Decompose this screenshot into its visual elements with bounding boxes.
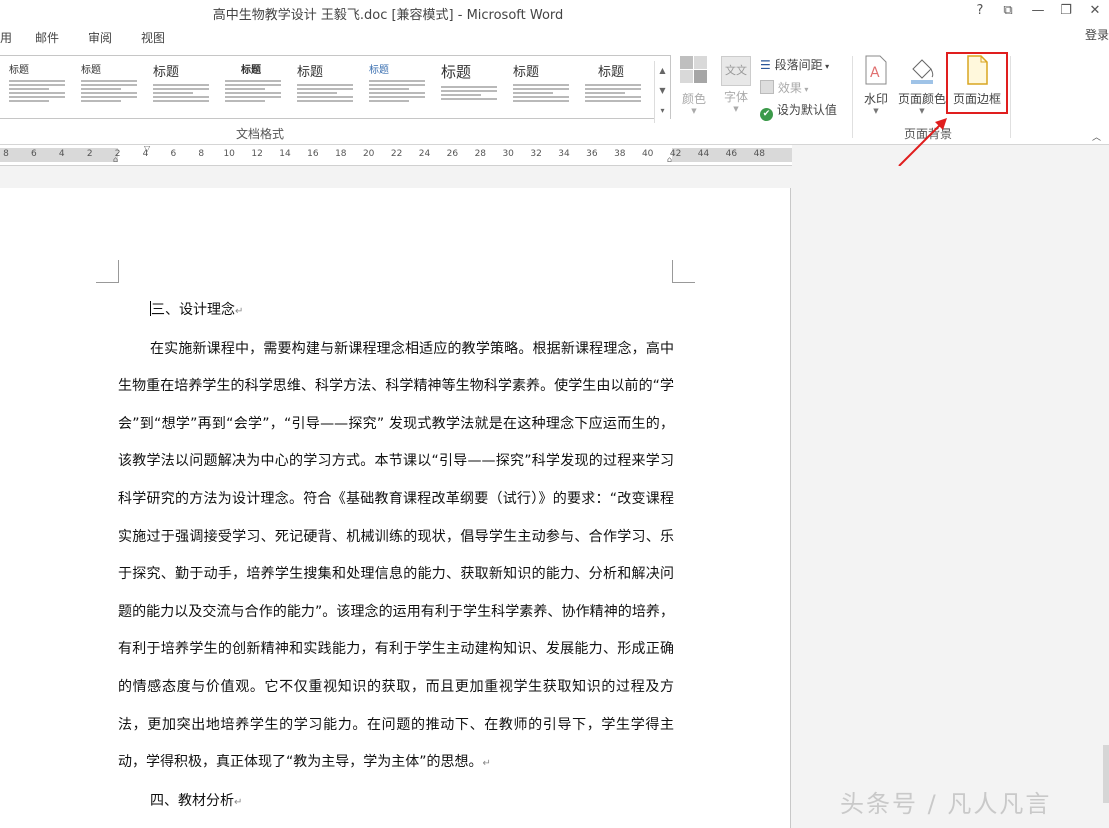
image-watermark: 头条号 / 凡人凡言 xyxy=(840,790,1052,818)
style-set-thumb[interactable]: 标题 xyxy=(144,57,214,115)
indent-marker-icon[interactable]: ⌂ xyxy=(113,155,118,164)
style-set-thumb[interactable]: 标题 xyxy=(72,57,142,115)
help-button[interactable]: ? xyxy=(970,3,990,18)
set-as-default-button[interactable]: ✔ 设为默认值 xyxy=(760,101,837,121)
fonts-button[interactable]: 文文 字体 ▼ xyxy=(720,55,752,113)
group-divider xyxy=(852,56,853,138)
paragraph-spacing-button[interactable]: ☰ 段落间距 ▾ xyxy=(760,56,829,73)
fonts-icon: 文文 xyxy=(721,56,751,86)
colors-icon xyxy=(680,56,707,83)
ruler-number: 32 xyxy=(530,149,542,159)
ruler-number: 8 xyxy=(3,149,9,159)
annotation-highlight-box xyxy=(946,52,1008,114)
colors-button[interactable]: 颜色 ▼ xyxy=(678,55,710,115)
ruler-number: 48 xyxy=(753,149,766,159)
ruler-number: 30 xyxy=(502,149,514,159)
ruler-number: 26 xyxy=(446,149,459,159)
style-set-thumb[interactable]: 标题 xyxy=(216,57,286,115)
ruler-number: 6 xyxy=(31,149,37,159)
group-label-document-formatting: 文档格式 xyxy=(236,127,285,141)
ruler-number: 18 xyxy=(335,149,347,159)
chevron-up-icon[interactable]: ▲ xyxy=(655,61,670,81)
collapse-ribbon-icon[interactable]: ︿ xyxy=(1092,130,1101,143)
style-set-thumb[interactable]: 标题 xyxy=(576,57,646,115)
document-page[interactable]: 三、设计理念↵ 在实施新课程中，需要构建与新课程理念相适应的教学策略。根据新课程… xyxy=(0,188,791,828)
chevron-down-icon: ▾ xyxy=(801,85,809,94)
horizontal-ruler[interactable]: 8 6 4 2 2 4 6 8 10 12 14 16 18 20 22 24 26 28 30 32 34 36 38 40… xyxy=(0,144,792,166)
style-set-thumb[interactable]: 标题 xyxy=(432,57,502,115)
gallery-expand-icon[interactable]: ▾ xyxy=(655,101,670,121)
svg-text:A: A xyxy=(870,65,880,81)
ruler-number: 36 xyxy=(586,149,598,159)
ruler-number: 20 xyxy=(362,149,375,159)
ruler-number: 44 xyxy=(697,149,710,159)
ribbon-tabs: 用 邮件 审阅 视图 登录 xyxy=(0,24,1109,50)
style-set-thumb[interactable]: 标题 xyxy=(360,57,430,115)
page-corner-mark xyxy=(96,260,119,283)
ruler-number: 24 xyxy=(418,149,431,159)
ruler-number: 10 xyxy=(223,149,235,159)
close-button[interactable]: ✕ xyxy=(1085,3,1105,18)
section-heading[interactable]: 四、教材分析↵ xyxy=(118,783,674,822)
section-heading[interactable]: 三、设计理念↵ xyxy=(118,292,674,331)
login-link[interactable]: 登录 xyxy=(1085,26,1109,43)
style-set-thumb[interactable]: 标题 xyxy=(0,57,70,115)
watermark-icon: A xyxy=(865,55,887,85)
ruler-number: 6 xyxy=(170,149,177,159)
page-color-button[interactable]: 页面颜色 ▼ xyxy=(898,55,946,115)
group-divider xyxy=(1010,56,1011,138)
tab-references[interactable]: 用 xyxy=(0,29,12,46)
paragraph-spacing-icon: ☰ xyxy=(760,58,771,72)
document-body[interactable]: 三、设计理念↵ 在实施新课程中，需要构建与新课程理念相适应的教学策略。根据新课程… xyxy=(118,292,674,821)
chevron-down-icon: ▼ xyxy=(733,105,739,113)
chevron-down-icon: ▼ xyxy=(691,107,697,115)
chevron-down-icon: ▼ xyxy=(873,107,879,115)
body-paragraph[interactable]: 在实施新课程中，需要构建与新课程理念相适应的教学策略。根据新课程理念，高中生物重… xyxy=(118,331,674,783)
ruler-number: 2 xyxy=(86,149,93,159)
title-bar: 高中生物教学设计 王毅飞.doc [兼容模式] - Microsoft Word… xyxy=(0,0,1109,24)
ruler-number: 34 xyxy=(558,149,570,159)
ruler-number: 22 xyxy=(390,149,403,159)
ruler-number: 28 xyxy=(474,149,487,159)
ruler-number: 8 xyxy=(198,149,205,159)
ruler-number: 4 xyxy=(58,149,65,159)
chevron-down-icon[interactable]: ▼ xyxy=(655,81,670,101)
page-corner-mark xyxy=(672,260,695,283)
ruler-number: 12 xyxy=(251,149,263,159)
ribbon-display-options-icon[interactable]: ⧉ xyxy=(998,3,1018,18)
annotation-arrow-icon xyxy=(898,118,947,167)
first-line-indent-icon[interactable]: ▽ xyxy=(144,144,150,153)
effects-button[interactable]: 效果 ▾ xyxy=(760,79,808,96)
chevron-down-icon: ▾ xyxy=(822,62,830,71)
watermark-button[interactable]: A 水印 ▼ xyxy=(858,55,894,115)
check-circle-icon: ✔ xyxy=(760,108,773,121)
ruler-number: 40 xyxy=(641,149,654,159)
restore-button[interactable]: ❐ xyxy=(1056,3,1076,18)
document-area[interactable]: 三、设计理念↵ 在实施新课程中，需要构建与新课程理念相适应的教学策略。根据新课程… xyxy=(0,166,1109,828)
tab-view[interactable]: 视图 xyxy=(141,29,165,46)
ruler-number: 16 xyxy=(307,149,319,159)
ruler-number: 46 xyxy=(725,149,738,159)
gallery-scroll[interactable]: ▲ ▼ ▾ xyxy=(654,61,670,123)
minimize-button[interactable]: — xyxy=(1028,3,1048,18)
window-title: 高中生物教学设计 王毅飞.doc [兼容模式] - Microsoft Word xyxy=(212,8,564,23)
style-set-thumb[interactable]: 标题 xyxy=(288,57,358,115)
ruler-numbers: 8 6 4 2 2 4 6 8 10 12 14 16 18 20 22 24 26 28 30 32 34 36 38 40… xyxy=(0,149,792,161)
tab-mailings[interactable]: 邮件 xyxy=(35,29,59,46)
right-indent-icon[interactable]: ⌂ xyxy=(667,155,672,164)
effects-icon xyxy=(760,80,774,94)
ruler-number: 38 xyxy=(614,149,626,159)
style-set-thumb[interactable]: 标题 xyxy=(504,57,574,115)
vertical-scrollbar[interactable] xyxy=(1103,745,1109,803)
tab-review[interactable]: 审阅 xyxy=(88,29,112,46)
style-set-gallery: 标题 标题 标题 标题 标题 标题 标题 标题 标题 ▲ ▼ ▾ xyxy=(0,55,671,123)
paint-bucket-icon xyxy=(911,59,934,84)
ruler-number: 14 xyxy=(279,149,291,159)
